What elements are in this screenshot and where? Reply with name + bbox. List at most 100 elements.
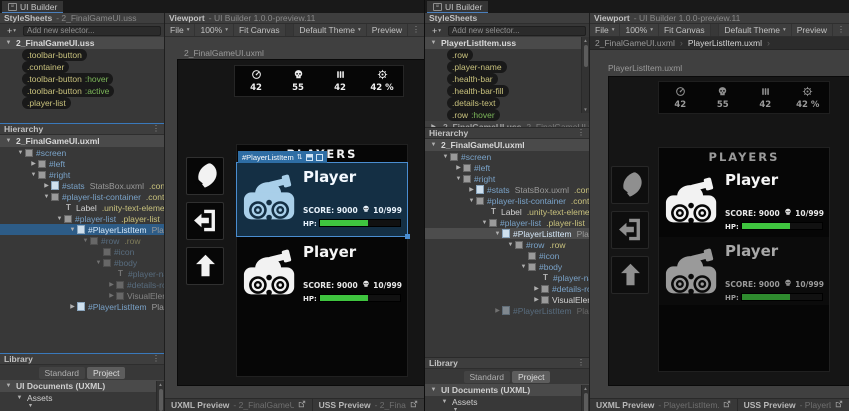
hierarchy-tree-row[interactable]: ▼ #player-list-container .container <box>425 195 589 206</box>
hierarchy-tree-row[interactable]: ▼ #row .row <box>0 235 164 246</box>
uss-root-row[interactable]: ▼ PlayerListItem.uss <box>425 37 589 49</box>
hierarchy-tree-row[interactable]: ▶ #details-row <box>425 283 589 294</box>
hierarchy-tree-row[interactable]: ▼ #player-list .player-list <box>0 213 164 224</box>
open-external-icon[interactable] <box>835 400 843 410</box>
canvas[interactable]: 42554242 % PLAYERSPlayerSCORE: 900010/999… <box>608 76 849 386</box>
hierarchy-tree-row[interactable]: ▶ #PlayerListItem PlayerListItem.uxml <box>0 301 164 312</box>
preview-toggle[interactable]: Preview <box>792 24 833 36</box>
add-selector-input[interactable]: Add new selector... <box>23 25 161 36</box>
kebab-menu-icon[interactable]: ⋮ <box>577 129 585 137</box>
expand-arrow-icon[interactable]: ▶ <box>42 183 51 189</box>
hierarchy-tree-row[interactable]: ▶ #left <box>425 162 589 173</box>
hierarchy-tree-row[interactable]: ▼ #body <box>425 261 589 272</box>
library-row-ui-documents[interactable]: ▼ UI Documents (UXML) <box>0 380 164 392</box>
hierarchy-tree-row[interactable]: ▼ #row .row <box>425 239 589 250</box>
missile-button[interactable] <box>611 166 649 204</box>
uss-selector-row[interactable]: .toolbar-button:hover <box>0 73 164 85</box>
reorder-icon[interactable]: ⇅ <box>297 154 303 161</box>
panel-icon[interactable] <box>315 153 323 161</box>
expand-arrow-icon[interactable]: ▼ <box>429 40 438 46</box>
file-menu[interactable]: File ▾ <box>590 24 621 36</box>
arrow-up-button[interactable] <box>186 247 224 285</box>
player-row[interactable]: Player SCORE: 9000 10/999 HP: <box>237 238 407 304</box>
collapsed-arrow-icon[interactable]: ▶ <box>429 124 438 127</box>
expand-arrow-icon[interactable]: ▼ <box>81 238 90 244</box>
hierarchy-tree-row[interactable]: ▶ #details-row <box>0 279 164 290</box>
hierarchy-tree-row[interactable]: ▼ #screen <box>0 147 164 158</box>
expand-arrow-icon[interactable]: ▼ <box>440 399 449 405</box>
tab-project[interactable]: Project <box>87 366 126 379</box>
door-exit-button[interactable] <box>186 202 224 240</box>
player-list-box[interactable]: PLAYERS Player SCORE: 9000 10/999 HP: Player S… <box>658 147 830 372</box>
hierarchy-tree-row[interactable]: ▶ #stats StatsBox.uxml .container <box>425 184 589 195</box>
canvas-document-label[interactable]: PlayerListItem.uxml <box>608 63 682 73</box>
uss-selector-row[interactable]: .toolbar-button <box>0 49 164 61</box>
expand-arrow-icon[interactable]: ▼ <box>493 231 502 237</box>
open-external-icon[interactable] <box>298 400 306 410</box>
hierarchy-tree-row[interactable]: ▼ #right <box>0 169 164 180</box>
expand-arrow-icon[interactable]: ▼ <box>429 387 438 393</box>
missile-button[interactable] <box>186 157 224 195</box>
uxml-root-row[interactable]: ▼ 2_FinalGameUI.uxml <box>425 139 589 151</box>
selection-resize-handle[interactable] <box>405 234 410 239</box>
hierarchy-tree-row[interactable]: ▶ #stats StatsBox.uxml .container <box>0 180 164 191</box>
uss-selector-row[interactable]: .details-text <box>425 97 589 109</box>
canvas-document-label[interactable]: 2_FinalGameUI.uxml <box>184 48 264 58</box>
expand-arrow-icon[interactable]: ▶ <box>68 304 77 310</box>
expand-arrow-icon[interactable]: ▼ <box>506 242 515 248</box>
preview-toggle[interactable]: Preview <box>367 24 408 36</box>
hierarchy-tree-row[interactable]: ▶ VisualElement <box>425 294 589 305</box>
expand-arrow-icon[interactable]: ▼ <box>15 395 24 401</box>
stats-box[interactable]: 42 55 42 42 % <box>658 81 830 114</box>
file-menu[interactable]: File ▾ <box>165 24 196 36</box>
arrow-up-button[interactable] <box>611 256 649 294</box>
breadcrumb-item[interactable]: 2_FinalGameUI.uxml <box>595 38 675 48</box>
hierarchy-tree-row[interactable]: ▼ #screen <box>425 151 589 162</box>
hierarchy-tree-row[interactable]: ▼ #player-list .player-list <box>425 217 589 228</box>
selection-label-tab[interactable]: #PlayerListItem ⇅ <box>238 151 327 163</box>
uss-selector-row[interactable]: .row <box>425 49 589 61</box>
expand-arrow-icon[interactable]: ▼ <box>480 220 489 226</box>
expand-arrow-icon[interactable]: ▼ <box>55 216 64 222</box>
expand-arrow-icon[interactable]: ▼ <box>467 198 476 204</box>
hierarchy-tree-row[interactable]: ▶ VisualElement <box>0 290 164 301</box>
add-selector-button[interactable]: + ▾ <box>3 26 20 36</box>
uss-selector-row[interactable]: .toolbar-button:active <box>0 85 164 97</box>
kebab-menu-icon[interactable]: ⋮ <box>152 355 160 363</box>
expand-arrow-icon[interactable]: ▼ <box>68 227 77 233</box>
open-external-icon[interactable] <box>410 400 418 410</box>
expand-arrow-icon[interactable]: ▼ <box>429 142 438 148</box>
expand-arrow-icon[interactable]: ▼ <box>519 264 528 270</box>
expand-arrow-icon[interactable]: ▶ <box>107 293 116 299</box>
hierarchy-tree-row[interactable]: TLabel.unity-text-element.unity-label <box>0 202 164 213</box>
kebab-menu-icon[interactable]: ⋮ <box>408 24 424 36</box>
hierarchy-tree-row[interactable]: ▶ #PlayerListItem PlayerListItem.uxml <box>425 305 589 316</box>
hierarchy-tree-row[interactable]: T#player-name.unity-text-element <box>0 268 164 279</box>
library-row-ui-documents[interactable]: ▼ UI Documents (UXML) <box>425 384 589 396</box>
expand-arrow-icon[interactable]: ▼ <box>454 176 463 182</box>
library-row-assets[interactable]: ▼ Assets <box>0 392 164 404</box>
expand-arrow-icon[interactable]: ▶ <box>454 165 463 171</box>
hierarchy-tree-row[interactable]: ▼ #PlayerListItem PlayerListItem.uxml <box>425 228 589 239</box>
player-row[interactable]: Player SCORE: 9000 10/999 HP: #PlayerListIte… <box>236 151 410 239</box>
expand-arrow-icon[interactable]: ▶ <box>467 187 476 193</box>
open-external-icon[interactable] <box>723 400 731 410</box>
door-exit-button[interactable] <box>611 211 649 249</box>
uss-secondary-row[interactable]: ▶ 2_FinalGameUI.uss 2_FinalGameUI.uxml <box>425 121 589 127</box>
expand-arrow-icon[interactable]: ▼ <box>4 138 13 144</box>
uss-root-row[interactable]: ▼ 2_FinalGameUI.uss <box>0 37 164 49</box>
tab-ui-builder[interactable]: ui UI Builder <box>427 1 489 13</box>
fit-canvas-button[interactable]: Fit Canvas <box>234 24 286 36</box>
expand-arrow-icon[interactable]: ▼ <box>4 40 13 46</box>
tab-project[interactable]: Project <box>512 370 551 383</box>
scroll-thumb[interactable] <box>583 45 588 67</box>
expand-arrow-icon[interactable]: ▶ <box>532 297 541 303</box>
expand-arrow-icon[interactable]: ▶ <box>532 286 541 292</box>
hierarchy-tree-row[interactable]: #icon <box>0 246 164 257</box>
kebab-menu-icon[interactable]: ⋮ <box>152 125 160 133</box>
vertical-scrollbar[interactable]: ▲▼ <box>581 37 589 113</box>
hierarchy-tree-row[interactable]: ▼ #player-list-container .container <box>0 191 164 202</box>
canvas[interactable]: 42554242 %PLAYERSPlayerSCORE: 900010/999… <box>177 59 424 386</box>
hierarchy-tree-row[interactable]: ▼ #body <box>0 257 164 268</box>
kebab-menu-icon[interactable]: ⋮ <box>833 24 849 36</box>
